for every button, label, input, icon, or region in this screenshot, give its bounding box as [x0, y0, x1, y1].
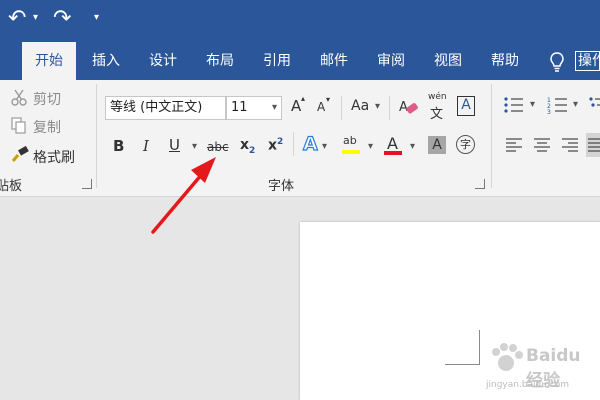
- annotation-arrow-icon: [151, 157, 216, 234]
